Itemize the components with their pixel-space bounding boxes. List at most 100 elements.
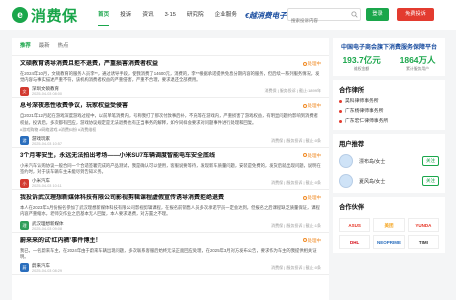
feed-tabs: 推荐 最新 热点 bbox=[12, 38, 329, 56]
status-icon bbox=[302, 195, 307, 200]
status-label: 处理中 bbox=[307, 61, 322, 66]
tab-recommended[interactable]: 推荐 bbox=[20, 38, 31, 55]
article-feed: 推荐 最新 热点 文硕教育诱导消费且拒不退费，严重损害消费者权益 处理中 在20… bbox=[12, 38, 329, 300]
status-icon bbox=[302, 103, 307, 108]
top-header: e 消费保 首页 投诉 资讯 3·15 研究院 企业服务 €越消费电子 登录 免… bbox=[0, 0, 456, 30]
user-item: 夏风岛/女士 关注 bbox=[333, 171, 445, 193]
recommended-users-card: 用户推荐 漂布岛/女士 关注 夏风岛/女士 关注 bbox=[333, 134, 445, 193]
status-label: 处理中 bbox=[307, 103, 322, 109]
stats-title: 中国电子商会旗下消费服务保障平台 bbox=[340, 45, 437, 51]
stat-item: 1864万人 累计服务用户 bbox=[400, 54, 436, 72]
status-label: 处理中 bbox=[307, 237, 322, 243]
article-summary: 在2024年10月，文硕教育的服务人员李**，通过诱导手段，使我消费了14600… bbox=[20, 71, 320, 83]
main-nav: 首页 投诉 资讯 3·15 研究院 企业服务 bbox=[98, 0, 248, 30]
article-meta: 游 游戏玩家 2025-04-03 10:57 消费保 | 服务投诉 | 截止:… bbox=[20, 135, 321, 147]
law-firm-item[interactable]: 昊科律师事务所 bbox=[333, 97, 445, 107]
partner-logo[interactable]: DHL bbox=[339, 235, 371, 249]
article-title[interactable]: 蔚来来的试‘红内裤’事件博主！ bbox=[20, 237, 321, 246]
file-complaint-button[interactable]: 免费投诉 bbox=[397, 8, 434, 21]
article-summary: 自2021年12月起在游戏深度游戏过程中，以前单笔消费内，号称我打了那次付款事后… bbox=[20, 113, 318, 125]
partner-logo[interactable]: TIMI bbox=[407, 235, 439, 249]
partner-logo[interactable]: ASUS bbox=[339, 218, 371, 232]
tab-hot[interactable]: 热点 bbox=[58, 38, 69, 55]
status-icon bbox=[302, 153, 307, 158]
avatar[interactable]: 蔚 bbox=[20, 263, 29, 273]
post-date: 2025-04-03 10:57 bbox=[32, 141, 62, 146]
search-box bbox=[287, 8, 361, 26]
article-stats: 消费保 | 服务投诉 | 截止:0条 bbox=[271, 137, 321, 143]
nav-item-315[interactable]: 3·15 bbox=[165, 0, 176, 30]
article-stats: 消费保 | 服务投诉 | 截止:0条 bbox=[271, 264, 321, 270]
promo-brand-link[interactable]: €越消费电子 bbox=[245, 10, 287, 21]
article-meta: 小 小米汽车 2025-04-03 10:11 消费保 | 服务投诉 | 截止:… bbox=[20, 177, 321, 189]
avatar[interactable]: 文 bbox=[20, 86, 29, 96]
section-title: 合作伙伴 bbox=[339, 204, 365, 211]
stat-label: 累计服务用户 bbox=[406, 67, 429, 71]
stat-value: 1864万人 bbox=[399, 55, 436, 65]
stat-value: 193.7亿元 bbox=[342, 55, 381, 65]
article-title[interactable]: 3个月零安生，永远无法拍出考场——小米SU7车辆调度智能电车安全底线 bbox=[20, 152, 321, 161]
status-icon bbox=[302, 238, 307, 243]
status-badge: 处理中 bbox=[302, 103, 322, 109]
status-badge: 处理中 bbox=[302, 195, 322, 201]
post-date: 2025-04-03 10:11 bbox=[32, 184, 62, 189]
article-meta: 文 深圳文硕教育 2025-04-03 08:00 消费保 | 服务投诉 | 截… bbox=[20, 85, 321, 97]
stat-label: 维权金额 bbox=[353, 67, 370, 71]
avatar[interactable]: 小 bbox=[20, 178, 29, 188]
article-summary: 我已，一名蔚来车主，在2024年由于蔚来车辆出现问题，多次联系客服后始终无法正面… bbox=[20, 247, 317, 259]
article-tags[interactable]: #游戏购物 #网络游戏 #消费纠纷 #消费维权 bbox=[20, 127, 321, 133]
article-item[interactable]: 总号深夜恶性收费争议，玩家权益受侵害 处理中 自2021年12月起在游戏深度游戏… bbox=[12, 98, 329, 148]
search-icon[interactable] bbox=[351, 11, 358, 18]
stat-item: 193.7亿元 维权金额 bbox=[342, 54, 380, 72]
status-badge: 处理中 bbox=[302, 61, 322, 67]
section-title: 用户推荐 bbox=[339, 141, 365, 148]
article-meta: 蔚 蔚来汽车 2025-04-03 08:29 消费保 | 服务投诉 | 截止:… bbox=[20, 262, 321, 274]
search-input[interactable] bbox=[288, 15, 348, 26]
user-item: 漂布岛/女士 关注 bbox=[333, 151, 445, 171]
nav-item-research[interactable]: 研究院 bbox=[187, 0, 204, 30]
user-name[interactable]: 漂布岛/女士 bbox=[359, 158, 385, 165]
nav-item-complaints[interactable]: 投诉 bbox=[120, 0, 131, 30]
nav-item-home[interactable]: 首页 bbox=[98, 0, 110, 30]
post-date: 2025-04-03 08:00 bbox=[32, 92, 62, 97]
nav-item-enterprise[interactable]: 企业服务 bbox=[215, 0, 237, 30]
partner-logo[interactable]: NEOPRIME bbox=[373, 235, 405, 249]
article-item[interactable]: 文硕教育诱导消费且拒不退费，严重损害消费者权益 处理中 在2024年10月，文硕… bbox=[12, 56, 329, 99]
status-icon bbox=[302, 61, 307, 66]
avatar[interactable] bbox=[339, 154, 353, 168]
stats-row: 193.7亿元 维权金额 1864万人 累计服务用户 bbox=[333, 51, 445, 76]
article-title[interactable]: 总号深夜恶性收费争议，玩家权益受侵害 bbox=[20, 102, 321, 111]
law-firm-item[interactable]: 广东宏仁律师事务所 bbox=[333, 117, 445, 130]
article-title[interactable]: 我投诉武汉理想新媒体科技有限公司影视剪辑课程虚假宣传诱导消费拒绝退费 bbox=[20, 194, 321, 203]
article-title[interactable]: 文硕教育诱导消费且拒不退费，严重损害消费者权益 bbox=[20, 60, 321, 69]
avatar[interactable]: 游 bbox=[20, 136, 29, 146]
partner-logo[interactable]: 美团 bbox=[373, 218, 405, 232]
avatar[interactable]: 理 bbox=[20, 221, 29, 231]
law-firm-item[interactable]: 广东杨律师事务所 bbox=[333, 107, 445, 117]
partner-logo[interactable]: YUNDA bbox=[407, 218, 439, 232]
article-stats: 消费保 | 服务投诉 | 截止:1条 bbox=[271, 222, 321, 228]
platform-stats-card: 中国电子商会旗下消费服务保障平台 193.7亿元 维权金额 1864万人 累计服… bbox=[333, 38, 445, 76]
article-item[interactable]: 我投诉武汉理想新媒体科技有限公司影视剪辑课程虚假宣传诱导消费拒绝退费 处理中 本… bbox=[12, 190, 329, 233]
user-name[interactable]: 夏风岛/女士 bbox=[359, 178, 385, 185]
status-label: 处理中 bbox=[307, 195, 322, 201]
article-item[interactable]: 3个月零安生，永远无法拍出考场——小米SU7车辆调度智能电车安全底线 处理中 小… bbox=[12, 148, 329, 191]
logo-text: 消费保 bbox=[31, 7, 78, 25]
avatar[interactable] bbox=[339, 174, 353, 188]
follow-button[interactable]: 关注 bbox=[422, 156, 439, 166]
post-date: 2025-04-03 09:08 bbox=[32, 226, 62, 231]
site-logo[interactable]: e 消费保 bbox=[12, 6, 78, 25]
status-badge: 处理中 bbox=[302, 237, 322, 244]
article-item[interactable]: 蔚来来的试‘红内裤’事件博主！ 处理中 我已，一名蔚来车主，在2024年由于蔚来… bbox=[12, 233, 329, 275]
tab-latest[interactable]: 最新 bbox=[39, 38, 50, 55]
status-badge: 处理中 bbox=[302, 153, 321, 159]
follow-button[interactable]: 关注 bbox=[422, 176, 439, 186]
article-meta: 理 武汉理想新媒体 2025-04-03 09:08 消费保 | 服务投诉 | … bbox=[20, 220, 321, 232]
login-button[interactable]: 登录 bbox=[366, 8, 389, 21]
partner-logo-grid: ASUS 美团 YUNDA DHL NEOPRIME TIMI bbox=[333, 214, 445, 253]
author-name[interactable]: 武汉理想新媒体 bbox=[32, 221, 64, 227]
post-date: 2025-04-03 08:29 bbox=[32, 268, 62, 273]
article-stats: 消费保 | 服务投诉 | 截止:0条 bbox=[271, 180, 321, 186]
nav-item-news[interactable]: 资讯 bbox=[142, 0, 153, 30]
partner-law-firms-card: 合作律所 昊科律师事务所 广东杨律师事务所 广东宏仁律师事务所 bbox=[333, 80, 445, 130]
